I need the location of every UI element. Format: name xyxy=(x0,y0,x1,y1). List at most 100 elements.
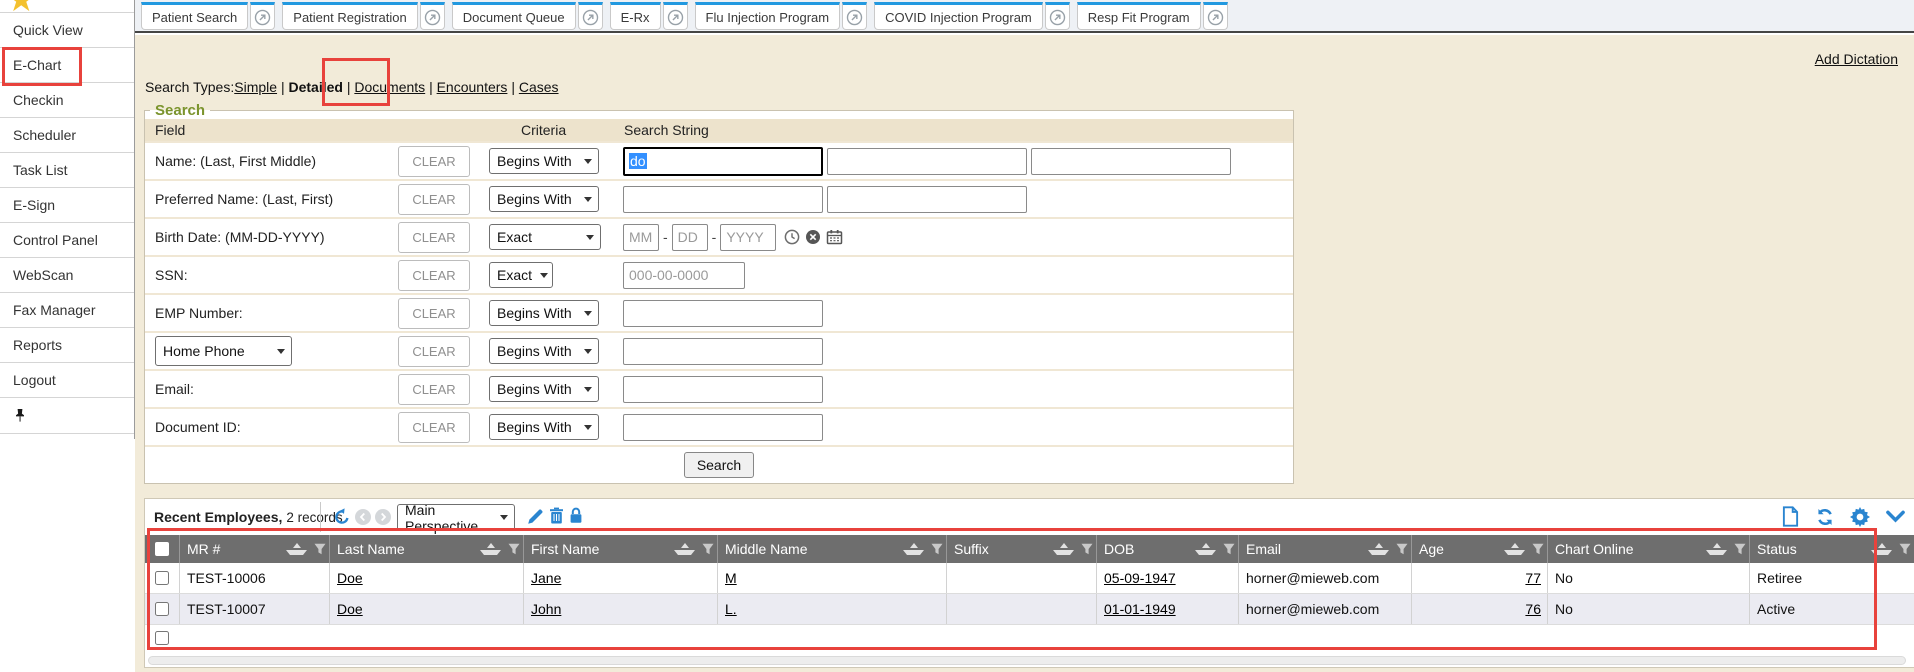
filter-funnel-icon[interactable] xyxy=(1081,543,1093,555)
page-next-icon[interactable] xyxy=(375,509,391,525)
add-dictation-link[interactable]: Add Dictation xyxy=(1815,51,1898,67)
row-checkbox[interactable] xyxy=(145,594,179,624)
filter-funnel-icon[interactable] xyxy=(1396,543,1408,555)
middle-name-link[interactable]: M xyxy=(725,570,737,586)
tab-flu-injection-program-label[interactable]: Flu Injection Program xyxy=(695,2,841,30)
tab-document-queue-label[interactable]: Document Queue xyxy=(452,2,576,30)
filter-funnel-icon[interactable] xyxy=(314,543,326,555)
popout-arrow-icon[interactable] xyxy=(842,2,867,30)
collapse-chevron-down-icon[interactable] xyxy=(1885,508,1906,525)
birth-date-criteria-select[interactable]: Exact xyxy=(489,224,601,250)
sidebar-item-control-panel[interactable]: Control Panel xyxy=(0,223,134,258)
clear-preferred-button[interactable]: CLEAR xyxy=(398,184,470,215)
clear-document-id-button[interactable]: CLEAR xyxy=(398,412,470,443)
name-criteria-select[interactable]: Begins With xyxy=(489,148,599,174)
row-checkbox[interactable] xyxy=(145,631,179,645)
tab-covid-injection-program-label[interactable]: COVID Injection Program xyxy=(874,2,1043,30)
new-document-icon[interactable] xyxy=(1781,506,1800,527)
search-type-simple[interactable]: Simple xyxy=(234,79,277,95)
birth-day-input[interactable] xyxy=(672,224,708,251)
preferred-first-input[interactable] xyxy=(827,186,1027,213)
clear-emp-button[interactable]: CLEAR xyxy=(398,298,470,329)
tab-e-rx-label[interactable]: E-Rx xyxy=(610,2,661,30)
clear-name-button[interactable]: CLEAR xyxy=(398,146,470,177)
sort-icon[interactable] xyxy=(1706,543,1727,555)
sort-icon[interactable] xyxy=(286,543,307,555)
popout-arrow-icon[interactable] xyxy=(420,2,445,30)
filter-funnel-icon[interactable] xyxy=(702,543,714,555)
sort-icon[interactable] xyxy=(1053,543,1074,555)
first-name-link[interactable]: John xyxy=(531,601,561,617)
select-all-checkbox[interactable] xyxy=(145,535,179,563)
sort-icon[interactable] xyxy=(1368,543,1389,555)
filter-funnel-icon[interactable] xyxy=(1532,543,1544,555)
preferred-criteria-select[interactable]: Begins With xyxy=(489,186,599,212)
tab-resp-fit-program-label[interactable]: Resp Fit Program xyxy=(1077,2,1201,30)
search-type-detailed[interactable]: Detailed xyxy=(288,79,342,95)
document-id-criteria-select[interactable]: Begins With xyxy=(489,414,599,440)
pin-sidebar-toggle[interactable] xyxy=(0,398,134,434)
sidebar-item-webscan[interactable]: WebScan xyxy=(0,258,134,293)
popout-arrow-icon[interactable] xyxy=(663,2,688,30)
document-id-input[interactable] xyxy=(623,414,823,441)
clock-icon[interactable] xyxy=(784,229,800,245)
search-type-cases[interactable]: Cases xyxy=(519,79,559,95)
emp-criteria-select[interactable]: Begins With xyxy=(489,300,599,326)
circle-x-icon[interactable] xyxy=(805,229,821,245)
trash-icon[interactable] xyxy=(549,507,564,524)
clear-ssn-button[interactable]: CLEAR xyxy=(398,260,470,291)
sort-icon[interactable] xyxy=(1871,543,1892,555)
filter-funnel-icon[interactable] xyxy=(1899,543,1911,555)
preferred-last-input[interactable] xyxy=(623,186,823,213)
undo-icon[interactable] xyxy=(333,508,351,526)
filter-funnel-icon[interactable] xyxy=(931,543,943,555)
perspective-select[interactable]: Main Perspective xyxy=(397,504,515,531)
ssn-criteria-select[interactable]: Exact xyxy=(489,262,553,288)
last-name-link[interactable]: Doe xyxy=(337,570,363,586)
sidebar-item-scheduler[interactable]: Scheduler xyxy=(0,118,134,153)
ssn-input[interactable] xyxy=(623,262,745,289)
sidebar-item-e-chart[interactable]: E-Chart xyxy=(0,48,134,83)
tab-patient-search-label[interactable]: Patient Search xyxy=(141,2,248,30)
birth-month-input[interactable] xyxy=(623,224,659,251)
lock-icon[interactable] xyxy=(569,507,583,524)
popout-arrow-icon[interactable] xyxy=(1045,2,1070,30)
popout-arrow-icon[interactable] xyxy=(1203,2,1228,30)
filter-funnel-icon[interactable] xyxy=(1223,543,1235,555)
sidebar-item-fax-manager[interactable]: Fax Manager xyxy=(0,293,134,328)
sort-icon[interactable] xyxy=(480,543,501,555)
tab-patient-registration-label[interactable]: Patient Registration xyxy=(282,2,417,30)
dob-link[interactable]: 01-01-1949 xyxy=(1104,601,1176,617)
sidebar-item-task-list[interactable]: Task List xyxy=(0,153,134,188)
dob-link[interactable]: 05-09-1947 xyxy=(1104,570,1176,586)
sort-icon[interactable] xyxy=(1195,543,1216,555)
email-input[interactable] xyxy=(623,376,823,403)
name-first-input[interactable] xyxy=(827,148,1027,175)
refresh-icon[interactable] xyxy=(1815,507,1835,527)
sidebar-item-reports[interactable]: Reports xyxy=(0,328,134,363)
search-button[interactable]: Search xyxy=(684,452,754,478)
name-middle-input[interactable] xyxy=(1031,148,1231,175)
birth-year-input[interactable] xyxy=(720,224,776,251)
clear-phone-button[interactable]: CLEAR xyxy=(398,336,470,367)
row-checkbox[interactable] xyxy=(145,563,179,593)
filter-funnel-icon[interactable] xyxy=(1734,543,1746,555)
emp-number-input[interactable] xyxy=(623,300,823,327)
sidebar-item-e-sign[interactable]: E-Sign xyxy=(0,188,134,223)
name-last-input[interactable]: do xyxy=(623,147,823,176)
popout-arrow-icon[interactable] xyxy=(250,2,275,30)
email-criteria-select[interactable]: Begins With xyxy=(489,376,599,402)
clear-email-button[interactable]: CLEAR xyxy=(398,374,470,405)
calendar-icon[interactable] xyxy=(826,229,843,245)
sort-icon[interactable] xyxy=(903,543,924,555)
age-link[interactable]: 77 xyxy=(1525,570,1541,586)
phone-input[interactable] xyxy=(623,338,823,365)
sidebar-item-logout[interactable]: Logout xyxy=(0,363,134,398)
gear-icon[interactable] xyxy=(1850,507,1870,527)
horizontal-scrollbar[interactable] xyxy=(148,656,1906,665)
search-type-documents[interactable]: Documents xyxy=(354,79,425,95)
sidebar-item-checkin[interactable]: Checkin xyxy=(0,83,134,118)
search-type-encounters[interactable]: Encounters xyxy=(437,79,508,95)
sort-icon[interactable] xyxy=(674,543,695,555)
filter-funnel-icon[interactable] xyxy=(508,543,520,555)
